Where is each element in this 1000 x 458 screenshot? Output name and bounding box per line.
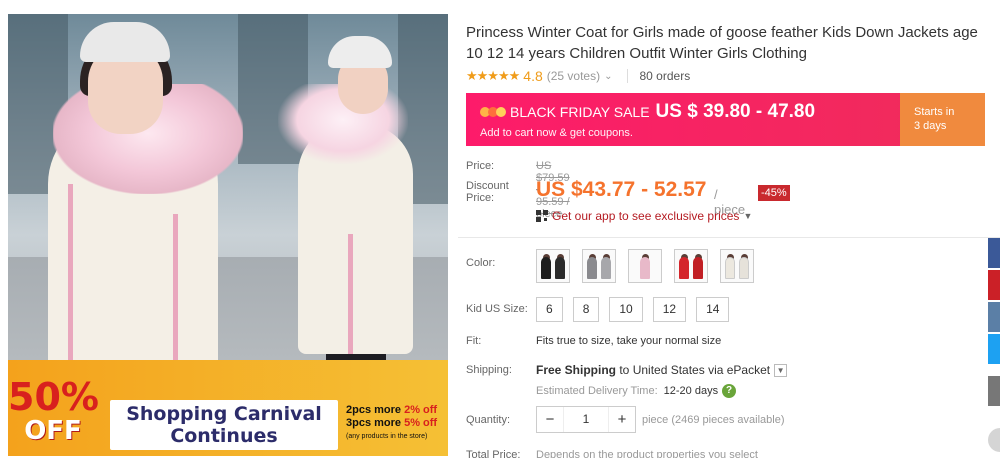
- color-swatch-gray[interactable]: [582, 249, 616, 283]
- increment-button[interactable]: +: [609, 407, 635, 432]
- size-option-12[interactable]: 12: [652, 297, 687, 322]
- vk-share-icon[interactable]: [988, 302, 1000, 332]
- promo-title-box: Shopping Carnival Continues: [110, 400, 338, 450]
- discount-percent-badge: -45%: [758, 185, 790, 201]
- swatch-figure: [541, 257, 551, 279]
- promo-deal-1: 2pcs more 2% off: [346, 404, 446, 417]
- swatch-figure: [555, 257, 565, 279]
- swatch-figure: [725, 257, 735, 279]
- app-link-text: Get our app to see exclusive prices: [552, 209, 740, 223]
- promo-discount-pct: 50%: [8, 375, 99, 419]
- help-icon[interactable]: ?: [722, 384, 737, 398]
- color-swatches: [536, 249, 754, 283]
- size-option-8[interactable]: 8: [572, 297, 600, 322]
- facebook-share-icon[interactable]: [988, 238, 1000, 268]
- discount-label-line1: Discount: [466, 180, 509, 192]
- countdown-line2: 3 days: [914, 120, 947, 132]
- color-swatch-black[interactable]: [536, 249, 570, 283]
- social-share-bar: [988, 238, 1000, 408]
- color-swatch-pink[interactable]: [628, 249, 662, 283]
- shipping-label: Shipping:: [466, 364, 512, 376]
- delivery-label: Estimated Delivery Time:: [536, 385, 658, 397]
- quantity-label: Quantity:: [466, 414, 511, 426]
- size-option-6[interactable]: 6: [536, 297, 563, 322]
- qr-code-icon: [536, 210, 548, 222]
- share-more-icon[interactable]: [988, 376, 1000, 406]
- quantity-box: − 1 +: [536, 406, 636, 433]
- votes-count[interactable]: (25 votes): [547, 69, 600, 83]
- quantity-stepper: − 1 + piece (2469 pieces available): [536, 406, 784, 433]
- fit-text: Fits true to size, take your normal size: [536, 335, 722, 347]
- color-swatch-red[interactable]: [674, 249, 708, 283]
- promo-deal-2-qty: 3pcs more: [346, 417, 405, 429]
- pinterest-share-icon[interactable]: [988, 270, 1000, 300]
- size-label: Kid US Size:: [466, 303, 528, 315]
- promo-deal-1-qty: 2pcs more: [346, 404, 405, 416]
- shipping-method[interactable]: Free Shipping to United States via ePack…: [536, 363, 788, 377]
- discount-price-label: Discount Price:: [466, 180, 509, 204]
- fit-label: Fit:: [466, 335, 482, 347]
- orders-count: 80 orders: [626, 69, 690, 83]
- product-title: Princess Winter Coat for Girls made of g…: [466, 24, 978, 62]
- total-price-text: Depends on the product properties you se…: [536, 449, 758, 458]
- swatch-figure: [693, 257, 703, 279]
- balloons-icon: [480, 107, 506, 117]
- chevron-down-icon: ▼: [743, 211, 753, 221]
- swatch-figure: [679, 257, 689, 279]
- decrement-button[interactable]: −: [537, 407, 563, 432]
- delivery-days: 12-20 days: [663, 385, 719, 397]
- banner-subtext: Add to cart now & get coupons.: [480, 127, 633, 139]
- coat-stripe: [348, 234, 353, 354]
- price-label: Price:: [466, 160, 495, 172]
- promo-deals: 2pcs more 2% off 3pcs more 5% off (any p…: [346, 404, 446, 443]
- discount-price: US $43.77 - 52.57: [536, 178, 707, 201]
- size-option-14[interactable]: 14: [696, 297, 730, 322]
- star-rating-icon[interactable]: ★★★★★: [466, 68, 520, 84]
- shipping-destination: to United States via ePacket: [616, 363, 771, 377]
- promo-deal-2: 3pcs more 5% off: [346, 417, 446, 430]
- quantity-input[interactable]: 1: [563, 407, 609, 432]
- chevron-down-icon[interactable]: ▼: [774, 363, 788, 377]
- divider: [458, 237, 1000, 238]
- swatch-figure: [601, 257, 611, 279]
- rating-value: 4.8: [523, 68, 543, 84]
- quantity-available: piece (2469 pieces available): [642, 413, 785, 426]
- promo-discount: 50% OFF: [8, 378, 99, 448]
- banner-price: US $ 39.80 - 47.80: [655, 101, 816, 122]
- size-option-10[interactable]: 10: [609, 297, 643, 322]
- swatch-figure: [640, 257, 650, 279]
- promo-title-line2: Continues: [170, 425, 278, 447]
- model-cap: [328, 36, 392, 68]
- color-label: Color:: [466, 257, 496, 269]
- discount-label-line2: Price:: [466, 192, 495, 204]
- banner-countdown: Starts in 3 days: [900, 93, 985, 146]
- countdown-line1: Starts in: [914, 106, 955, 118]
- promo-discount-word: OFF: [24, 416, 82, 446]
- share-gap: [988, 366, 1000, 376]
- rating-row: ★★★★★ 4.8 (25 votes) ⌄ 80 orders: [466, 67, 690, 85]
- model-cap: [80, 22, 170, 62]
- close-share-icon[interactable]: [988, 428, 1000, 452]
- promo-deal-1-value: 2% off: [404, 404, 438, 416]
- swatch-figure: [587, 257, 597, 279]
- banner-label: BLACK FRIDAY SALE: [510, 104, 650, 120]
- color-swatch-white[interactable]: [720, 249, 754, 283]
- size-options: 6 8 10 12 14: [536, 297, 730, 322]
- banner-headline: BLACK FRIDAY SALE US $ 39.80 - 47.80: [480, 99, 900, 125]
- coat-stripe: [68, 184, 73, 384]
- promo-deal-note: (any products in the store): [346, 433, 428, 440]
- banner-main: BLACK FRIDAY SALE US $ 39.80 - 47.80 Add…: [466, 93, 900, 146]
- total-label: Total Price:: [466, 449, 521, 458]
- promo-deal-2-value: 5% off: [404, 417, 438, 429]
- app-exclusive-link[interactable]: Get our app to see exclusive prices ▼: [536, 209, 752, 223]
- twitter-share-icon[interactable]: [988, 334, 1000, 364]
- free-shipping-text: Free Shipping: [536, 363, 617, 377]
- product-page: 50% OFF Shopping Carnival Continues 2pcs…: [0, 0, 1000, 458]
- swatch-figure: [739, 257, 749, 279]
- delivery-estimate: Estimated Delivery Time: 12-20 days ?: [536, 384, 737, 398]
- black-friday-banner[interactable]: BLACK FRIDAY SALE US $ 39.80 - 47.80 Add…: [466, 93, 985, 146]
- promo-title-line1: Shopping Carnival: [126, 403, 322, 425]
- chevron-down-icon[interactable]: ⌄: [604, 71, 612, 82]
